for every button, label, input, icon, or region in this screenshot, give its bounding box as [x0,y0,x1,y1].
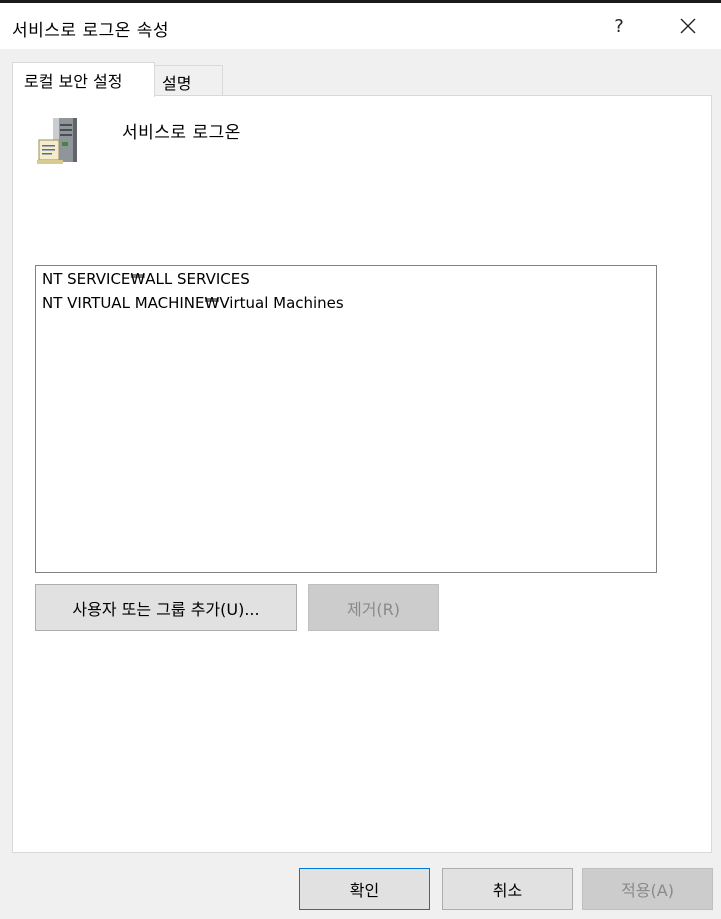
close-icon [680,18,696,34]
tab-label: 로컬 보안 설정 [24,72,123,91]
remove-button[interactable]: 제거(R) [308,584,439,631]
tab-explain[interactable]: 설명 [153,65,223,96]
cancel-button[interactable]: 취소 [442,868,573,910]
add-user-or-group-button[interactable]: 사용자 또는 그룹 추가(U)... [35,584,297,631]
server-icon [37,118,77,164]
policy-name: 서비스로 로그온 [122,123,241,143]
title-bar: 서비스로 로그온 속성 ? [0,3,721,49]
close-button[interactable] [666,6,710,46]
apply-button[interactable]: 적용(A) [582,868,713,910]
help-button[interactable]: ? [600,6,638,46]
member-listbox[interactable]: NT SERVICE₩ALL SERVICES NT VIRTUAL MACHI… [35,265,657,573]
list-item[interactable]: NT SERVICE₩ALL SERVICES [42,270,250,288]
tab-label: 설명 [162,74,192,93]
list-item[interactable]: NT VIRTUAL MACHINE₩Virtual Machines [42,294,344,312]
tab-panel: 서비스로 로그온 NT SERVICE₩ALL SERVICES NT VIRT… [12,95,712,853]
window-title: 서비스로 로그온 속성 [12,21,170,41]
tab-local-security-setting[interactable]: 로컬 보안 설정 [12,62,155,97]
ok-button[interactable]: 확인 [299,868,430,910]
